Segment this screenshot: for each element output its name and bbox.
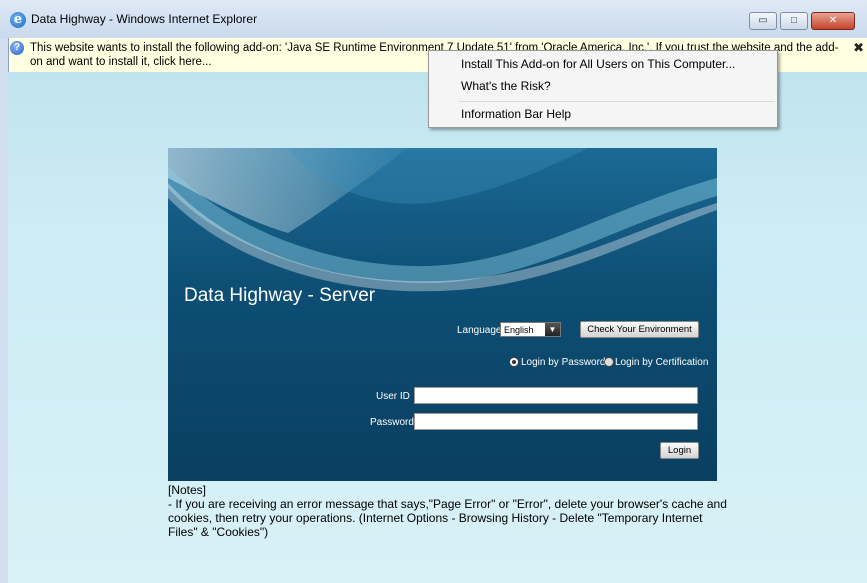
menu-item-information-bar-help[interactable]: Information Bar Help: [461, 105, 571, 123]
password-field[interactable]: [414, 413, 698, 430]
password-label: Password: [370, 417, 414, 428]
information-bar-menu: Install This Add-on for All Users on Thi…: [428, 50, 778, 128]
close-information-bar-icon[interactable]: ✖: [853, 40, 864, 56]
page-title: Data Highway - Server: [184, 285, 376, 306]
language-label: Language: [457, 325, 502, 336]
info-shield-icon: ?: [10, 41, 24, 55]
language-select[interactable]: English ▼: [500, 322, 561, 337]
check-environment-button[interactable]: Check Your Environment: [580, 321, 699, 338]
maximize-button[interactable]: □: [780, 12, 808, 30]
minimize-button[interactable]: ▭: [749, 12, 777, 30]
login-panel: Data Highway - Server Language English ▼…: [168, 148, 717, 481]
menu-item-whats-the-risk[interactable]: What's the Risk?: [461, 77, 551, 95]
chevron-down-icon[interactable]: ▼: [545, 323, 560, 336]
notes-section: [Notes] - If you are receiving an error …: [168, 483, 728, 539]
login-by-password-label[interactable]: Login by Password: [521, 357, 606, 368]
login-button[interactable]: Login: [660, 442, 699, 459]
window-controls: ▭ □ ✕: [749, 12, 855, 30]
notes-heading: [Notes]: [168, 483, 207, 497]
window-titlebar: e Data Highway - Windows Internet Explor…: [0, 0, 867, 39]
user-id-label: User ID: [376, 391, 410, 402]
login-by-certification-radio[interactable]: [604, 357, 614, 367]
decorative-waves: [168, 148, 717, 292]
window-title: Data Highway - Windows Internet Explorer: [31, 12, 258, 26]
menu-item-install-addon[interactable]: Install This Add-on for All Users on Thi…: [461, 55, 735, 73]
close-window-button[interactable]: ✕: [811, 12, 855, 30]
login-by-certification-label[interactable]: Login by Certification: [615, 357, 708, 368]
notes-body: - If you are receiving an error message …: [168, 497, 727, 539]
menu-separator: [459, 101, 775, 102]
login-by-password-radio[interactable]: [509, 357, 519, 367]
internet-explorer-icon: e: [10, 12, 26, 28]
language-select-value: English: [504, 325, 534, 335]
user-id-field[interactable]: [414, 387, 698, 404]
